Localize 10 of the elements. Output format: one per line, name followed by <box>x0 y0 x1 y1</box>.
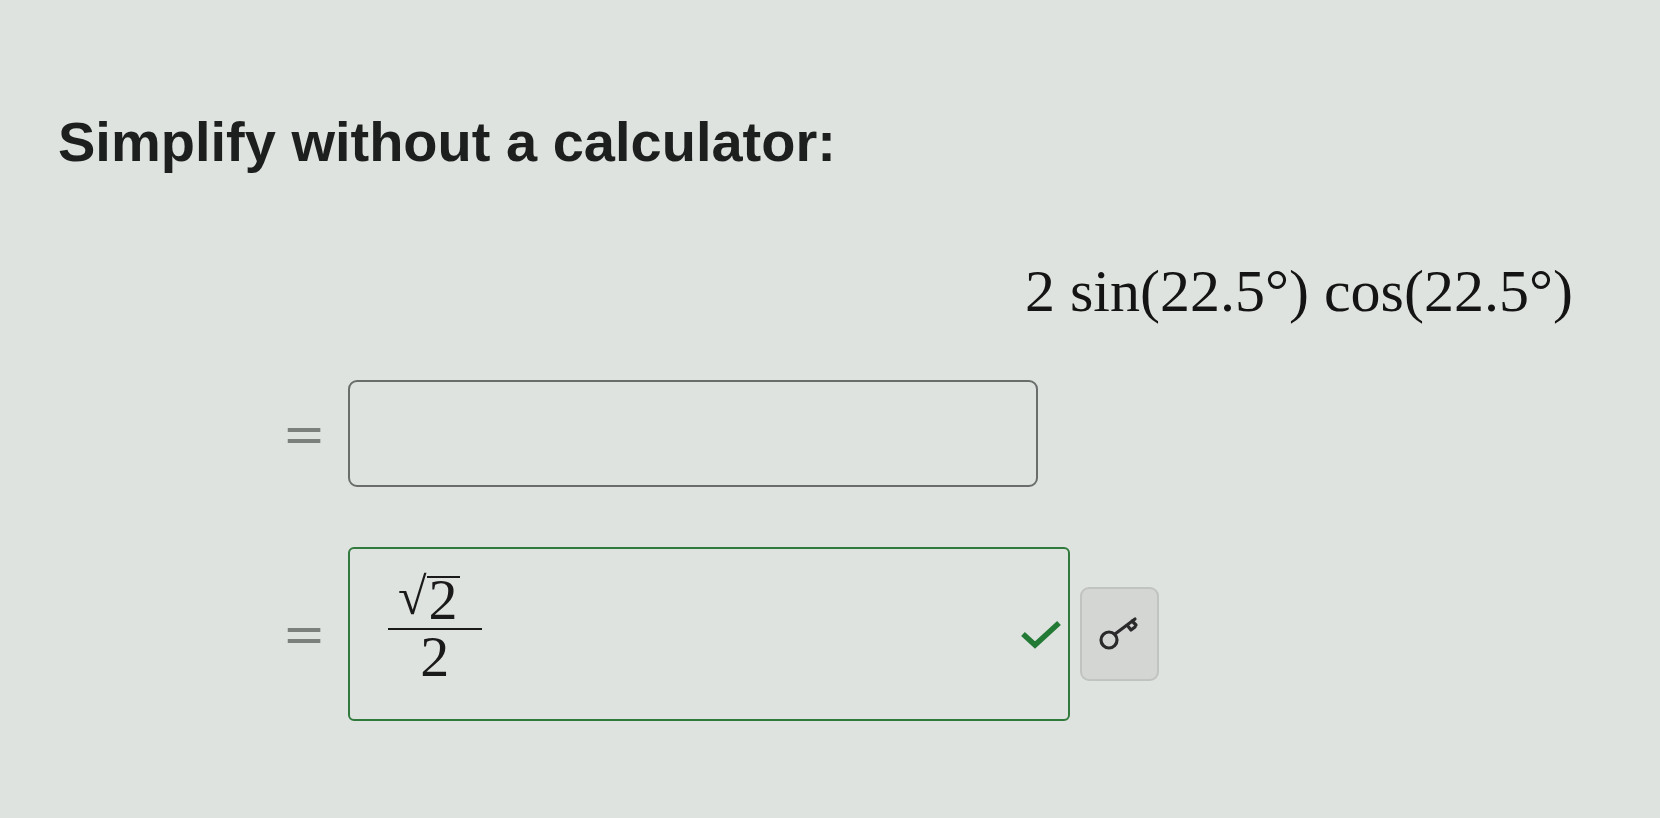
answer-box[interactable]: √2 2 <box>348 547 1070 721</box>
equals-sign: = <box>282 606 326 662</box>
math-expression: 2 sin(22.5°) cos(22.5°) <box>1025 258 1573 324</box>
checkmark-icon <box>1020 619 1062 649</box>
question-prompt: Simplify without a calculator: <box>58 110 836 174</box>
fraction-denominator: 2 <box>419 630 451 682</box>
answer-box[interactable] <box>348 380 1038 487</box>
equals-sign: = <box>282 405 326 462</box>
key-button[interactable] <box>1080 587 1159 681</box>
fraction-numerator: √2 <box>388 572 482 630</box>
